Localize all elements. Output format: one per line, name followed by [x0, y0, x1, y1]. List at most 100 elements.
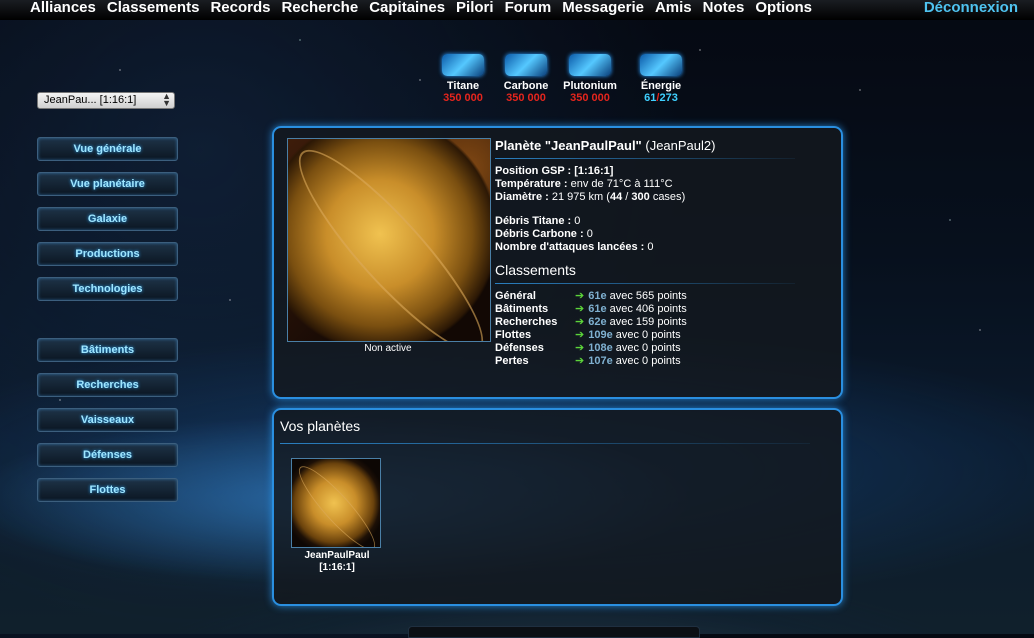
nav-capitaines[interactable]: Capitaines	[369, 0, 445, 16]
nav-forum[interactable]: Forum	[505, 0, 552, 16]
planet-thumbnail-coords: [1:16:1]	[319, 562, 355, 573]
my-planets-title: Vos planètes	[280, 418, 361, 434]
resource-value: 350 000	[443, 92, 483, 104]
planet-thumbnail[interactable]	[291, 458, 381, 548]
arrow-right-icon: ➔	[575, 329, 585, 341]
ranking-label: Flottes	[495, 329, 532, 341]
my-planets-panel: Vos planètes JeanPaulPaul [1:16:1]	[272, 408, 843, 606]
temperature-label: Température :	[495, 178, 568, 190]
planet-image	[287, 138, 491, 342]
logout-link[interactable]: Déconnexion	[924, 0, 1018, 16]
diameter-line: Diamètre : 21 975 km (44 / 300 cases)	[495, 191, 686, 203]
attacks-line: Nombre d'attaques lancées : 0	[495, 241, 825, 254]
resource-energie: Énergie 61/273	[631, 54, 691, 105]
ranking-points: avec 406 points	[609, 303, 687, 315]
divider	[495, 283, 795, 284]
titane-icon	[442, 54, 484, 76]
ranking-row: Pertes ➔ 107e avec 0 points	[495, 355, 825, 368]
debris-carbone-label: Débris Carbone :	[495, 228, 584, 240]
debris-carbone-value: 0	[586, 228, 593, 240]
planet-info: Planète "JeanPaulPaul" (JeanPaul2) Posit…	[495, 138, 825, 368]
diameter-label: Diamètre :	[495, 191, 549, 203]
planet-ring	[288, 139, 490, 341]
debris-carbone-line: Débris Carbone : 0	[495, 228, 825, 241]
resource-plutonium: Plutonium 350 000	[560, 54, 620, 105]
attacks-value: 0	[647, 241, 654, 253]
menu-vaisseaux[interactable]: Vaisseaux	[37, 408, 178, 432]
arrow-right-icon: ➔	[575, 342, 585, 354]
resource-carbone: Carbone 350 000	[496, 54, 556, 105]
resource-name: Énergie	[640, 80, 682, 92]
divider	[495, 158, 795, 159]
planet-select[interactable]: JeanPau... [1:16:1] ▲ ▼	[37, 92, 175, 109]
arrow-right-icon: ➔	[575, 303, 585, 315]
attacks-label: Nombre d'attaques lancées :	[495, 241, 645, 253]
planet-name: Planète "JeanPaulPaul"	[495, 138, 642, 153]
energie-icon	[640, 54, 682, 76]
position-label: Position GSP :	[495, 165, 572, 177]
nav-records[interactable]: Records	[210, 0, 270, 16]
ranking-points: avec 0 points	[615, 355, 681, 367]
menu-productions[interactable]: Productions	[37, 242, 178, 266]
ranking-label: Défenses	[495, 342, 544, 354]
resource-titane: Titane 350 000	[433, 54, 493, 105]
energie-available: 61	[644, 92, 657, 104]
cases-word: cases	[652, 191, 682, 203]
cases-total: 300	[631, 191, 650, 203]
nav-alliances[interactable]: Alliances	[30, 0, 96, 16]
menu-batiments[interactable]: Bâtiments	[37, 338, 178, 362]
nav-notes[interactable]: Notes	[703, 0, 745, 16]
energie-total: 273	[659, 92, 678, 104]
ranking-label: Recherches	[495, 316, 558, 328]
resource-name: Plutonium	[563, 80, 617, 92]
plutonium-icon	[569, 54, 611, 76]
planet-status: Non active	[364, 343, 412, 354]
planet-select-value: JeanPau... [1:16:1]	[44, 94, 137, 106]
ranking-label: Bâtiments	[495, 303, 549, 315]
nav-messagerie[interactable]: Messagerie	[562, 0, 644, 16]
menu-galaxie[interactable]: Galaxie	[37, 207, 178, 231]
menu-vue-generale[interactable]: Vue générale	[37, 137, 178, 161]
diameter-value: 21 975 km	[551, 191, 604, 203]
position-line: Position GSP : [1:16:1]	[495, 165, 825, 178]
nav-recherche[interactable]: Recherche	[281, 0, 358, 16]
bottom-tab	[408, 626, 700, 638]
menu-technologies[interactable]: Technologies	[37, 277, 178, 301]
nav-options[interactable]: Options	[755, 0, 812, 16]
ranking-row: Recherches ➔ 62e avec 159 points	[495, 316, 825, 329]
planet-owner: (JeanPaul2)	[645, 138, 716, 153]
nav-amis[interactable]: Amis	[655, 0, 692, 16]
resource-name: Carbone	[503, 80, 549, 92]
planet-title: Planète "JeanPaulPaul" (JeanPaul2)	[495, 138, 825, 154]
nav-pilori[interactable]: Pilori	[456, 0, 494, 16]
ranking-position[interactable]: 109e	[588, 329, 612, 341]
ranking-label: Pertes	[495, 355, 529, 367]
ranking-label: Général	[495, 290, 536, 302]
nav-classements[interactable]: Classements	[107, 0, 200, 16]
resource-value: 350 000	[506, 92, 546, 104]
temperature-value: env de 71°C à 111°C	[570, 178, 673, 190]
resource-name: Titane	[446, 80, 480, 92]
arrow-right-icon: ➔	[575, 290, 585, 302]
debris-titane-line: Débris Titane : 0	[495, 215, 825, 228]
ranking-position[interactable]: 107e	[588, 355, 612, 367]
planet-thumbnail-name: JeanPaulPaul	[304, 550, 370, 561]
ranking-position[interactable]: 108e	[588, 342, 612, 354]
debris-titane-value: 0	[574, 215, 581, 227]
carbone-icon	[505, 54, 547, 76]
ranking-position[interactable]: 61e	[588, 290, 606, 302]
temperature-line: Température : env de 71°C à 111°C	[495, 178, 825, 191]
position-value: [1:16:1]	[574, 165, 614, 177]
menu-flottes[interactable]: Flottes	[37, 478, 178, 502]
ranking-points: avec 0 points	[615, 342, 681, 354]
cases-used: 44	[609, 191, 623, 203]
planet-overview-panel: Non active Planète "JeanPaulPaul" (JeanP…	[272, 126, 843, 399]
ranking-points: avec 0 points	[615, 329, 681, 341]
menu-recherches[interactable]: Recherches	[37, 373, 178, 397]
rankings-title: Classements	[495, 262, 576, 278]
menu-defenses[interactable]: Défenses	[37, 443, 178, 467]
ranking-position[interactable]: 61e	[588, 303, 606, 315]
planet-thumbnail-label[interactable]: JeanPaulPaul [1:16:1]	[282, 550, 392, 574]
ranking-position[interactable]: 62e	[588, 316, 606, 328]
menu-vue-planetaire[interactable]: Vue planétaire	[37, 172, 178, 196]
